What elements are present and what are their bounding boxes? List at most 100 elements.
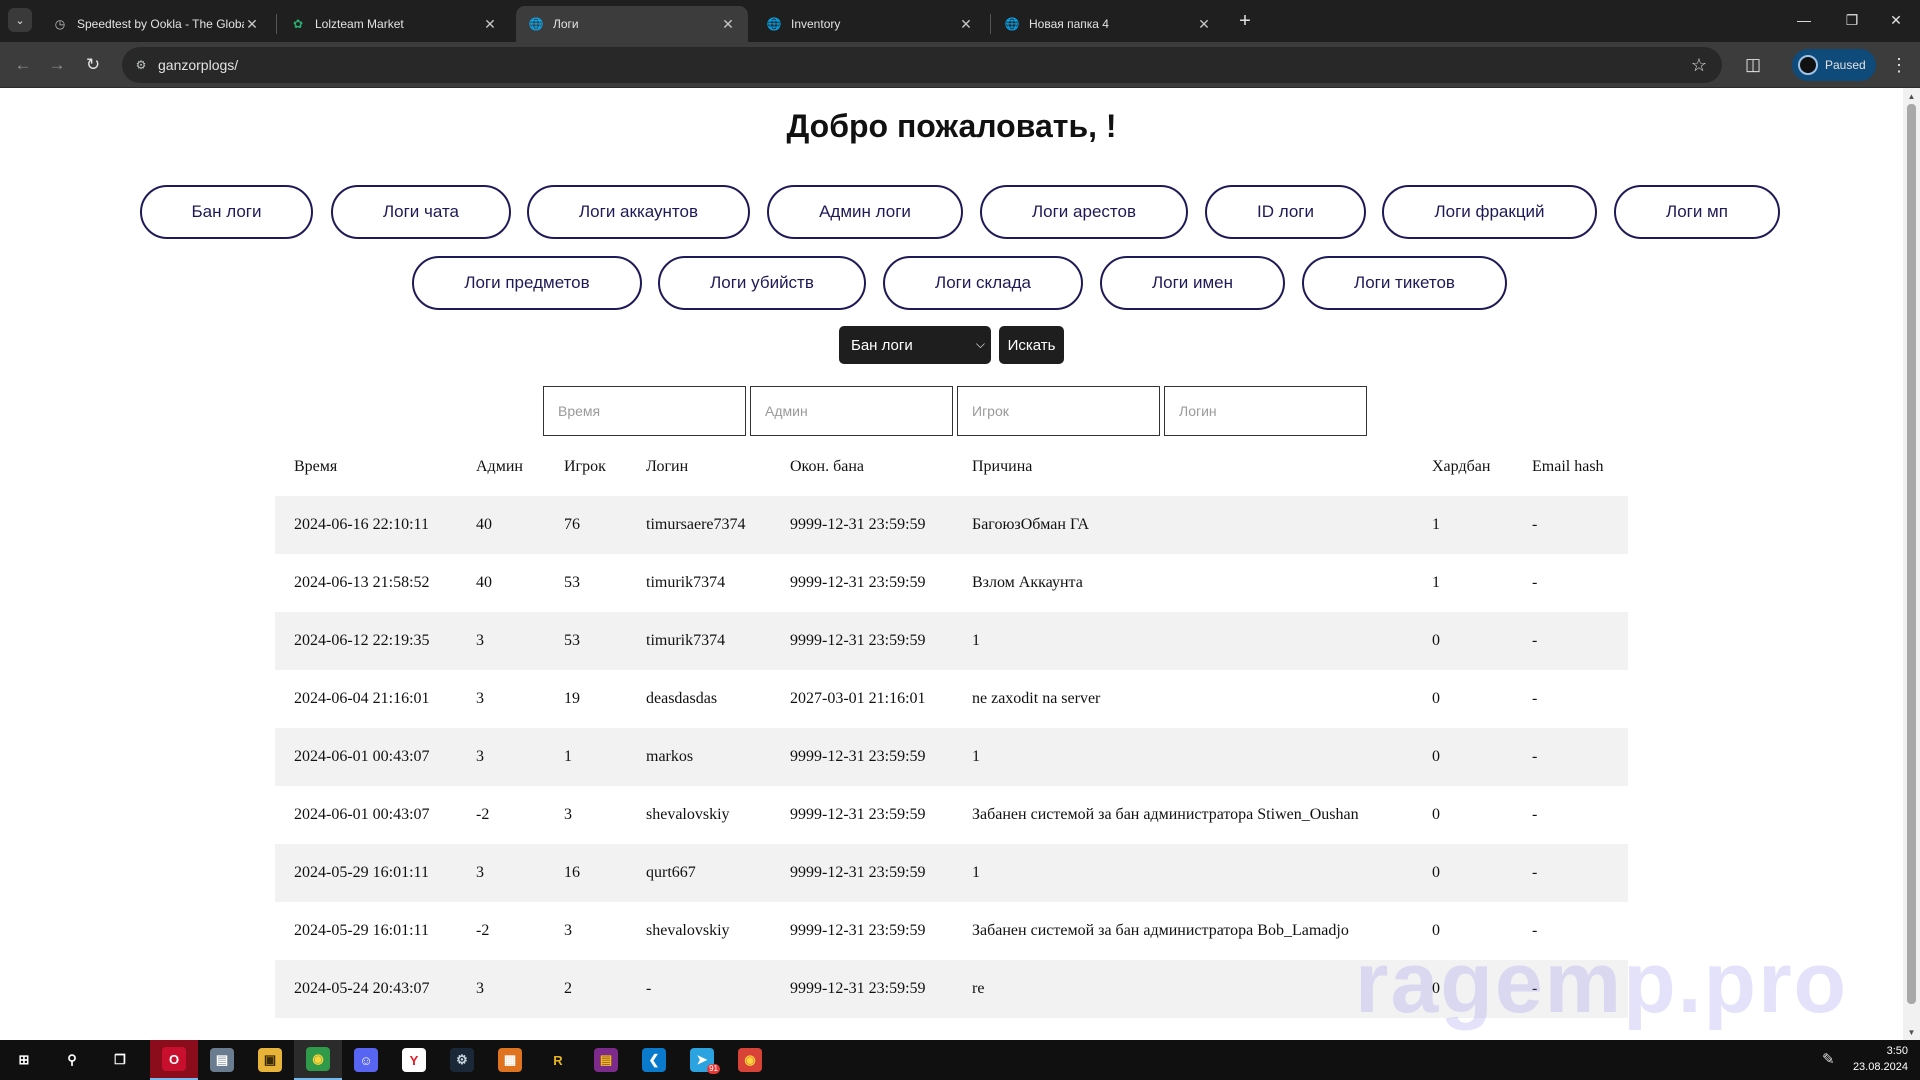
table-cell: 9999-12-31 23:59:59: [790, 748, 926, 765]
nav-button[interactable]: Логи тикетов: [1302, 256, 1507, 310]
close-icon[interactable]: ✕: [244, 16, 260, 32]
table-cell: Забанен системой за бан администратора B…: [972, 922, 1349, 939]
taskbar-app[interactable]: ◉: [726, 1040, 774, 1080]
nav-button[interactable]: Логи убийств: [658, 256, 866, 310]
profile-button[interactable]: Paused: [1792, 49, 1876, 81]
taskbar-app[interactable]: ⚙: [438, 1040, 486, 1080]
taskbar-app[interactable]: ▣: [246, 1040, 294, 1080]
taskbar-app[interactable]: ▤: [582, 1040, 630, 1080]
watermark: ragemp.pro: [1355, 935, 1849, 1031]
close-icon[interactable]: ✕: [958, 16, 974, 32]
nav-button[interactable]: Логи склада: [883, 256, 1083, 310]
close-icon[interactable]: ✕: [1196, 16, 1212, 32]
minimize-icon[interactable]: —: [1780, 0, 1828, 40]
nav-button[interactable]: Логи мп: [1614, 185, 1780, 239]
nav-button[interactable]: Логи имен: [1100, 256, 1285, 310]
nav-button[interactable]: Логи аккаунтов: [527, 185, 750, 239]
search-icon: ⚲: [60, 1048, 84, 1072]
table-row: 2024-06-16 22:10:11 40 76 timursaere7374 999…: [275, 496, 1628, 554]
table-cell: 2: [564, 980, 572, 997]
player-filter-input[interactable]: Игрок: [957, 386, 1160, 436]
taskbar-app[interactable]: ⊞: [0, 1040, 48, 1080]
pen-icon[interactable]: ✎: [1822, 1050, 1835, 1068]
taskbar-app[interactable]: ☺: [342, 1040, 390, 1080]
table-cell: 2024-06-01 00:43:07: [294, 748, 430, 765]
tab-search-icon[interactable]: ⌄: [8, 8, 32, 32]
close-icon[interactable]: ✕: [482, 16, 498, 32]
taskbar-app[interactable]: ❮: [630, 1040, 678, 1080]
tab-title: Inventory: [791, 17, 841, 31]
forward-icon[interactable]: →: [42, 50, 72, 80]
taskbar-app[interactable]: ◉: [294, 1040, 342, 1080]
tab-speedtest[interactable]: ◷ Speedtest by Ookla - The Global ✕: [40, 6, 272, 42]
page-title: Добро пожаловать, !: [786, 108, 1117, 144]
table-cell: -: [1532, 864, 1538, 881]
column-header: Админ: [476, 458, 523, 475]
taskbar-app[interactable]: ▦: [486, 1040, 534, 1080]
taskbar-app[interactable]: Y: [390, 1040, 438, 1080]
log-type-select[interactable]: Бан логи ⌵: [839, 326, 991, 364]
speedtest-icon: ◷: [54, 17, 66, 31]
globe-icon: 🌐: [1004, 17, 1020, 31]
table-cell: timurik7374: [646, 574, 726, 591]
tab-new-folder[interactable]: 🌐 Новая папка 4 ✕: [992, 6, 1224, 42]
avatar: [1798, 55, 1818, 75]
table-cell: 2024-06-16 22:10:11: [294, 516, 429, 533]
login-filter-input[interactable]: Логин: [1164, 386, 1367, 436]
tab-inventory[interactable]: 🌐 Inventory ✕: [754, 6, 986, 42]
table-cell: 1: [972, 864, 980, 881]
tab-logs[interactable]: 🌐 Логи ✕: [516, 6, 748, 42]
taskbar-app[interactable]: O: [150, 1040, 198, 1080]
tab-title: Lolzteam Market: [315, 17, 404, 31]
url-text[interactable]: ganzorplogs/: [158, 57, 1684, 73]
scroll-down-icon[interactable]: ▼: [1903, 1024, 1920, 1040]
rage-icon: R: [546, 1048, 570, 1072]
more-menu-icon[interactable]: ⋮: [1884, 50, 1914, 80]
nav-button[interactable]: Бан логи: [140, 185, 313, 239]
new-tab-button[interactable]: +: [1232, 8, 1258, 34]
system-clock[interactable]: 3:50 23.08.2024: [1848, 1043, 1908, 1075]
extensions-icon[interactable]: ◫: [1738, 50, 1768, 80]
taskbar-app[interactable]: ▤: [198, 1040, 246, 1080]
table-cell: re: [972, 980, 985, 997]
admin-filter-input[interactable]: Админ: [750, 386, 953, 436]
time-filter-input[interactable]: Время: [543, 386, 746, 436]
nav-button[interactable]: Логи предметов: [412, 256, 642, 310]
site-info-icon[interactable]: ⚙: [128, 52, 154, 78]
taskbar-app[interactable]: R: [534, 1040, 582, 1080]
table-cell: 2024-05-24 20:43:07: [294, 980, 430, 997]
table-row: 2024-06-12 22:19:35 3 53 timurik7374 9999-12…: [275, 612, 1628, 670]
table-cell: 0: [1432, 864, 1440, 881]
tab-lolzteam[interactable]: ✿ Lolzteam Market ✕: [278, 6, 510, 42]
table-cell: 2024-06-13 21:58:52: [294, 574, 430, 591]
table-cell: Взлом Аккаунта: [972, 574, 1083, 591]
table-cell: -: [1532, 516, 1538, 533]
column-header: Хардбан: [1432, 458, 1491, 475]
taskbar-app[interactable]: ➤ 91: [678, 1040, 726, 1080]
nav-button[interactable]: Админ логи: [767, 185, 963, 239]
windows-start-icon: ⊞: [12, 1048, 36, 1072]
restore-icon[interactable]: ❐: [1828, 0, 1876, 40]
page-scrollbar[interactable]: ▲ ▼: [1903, 88, 1920, 1040]
nav-button[interactable]: Логи арестов: [980, 185, 1188, 239]
taskbar-app[interactable]: ⚲: [48, 1040, 96, 1080]
scrollbar-thumb[interactable]: [1907, 104, 1916, 1004]
table-cell: 9999-12-31 23:59:59: [790, 806, 926, 823]
address-bar[interactable]: ⚙ ganzorplogs/ ☆: [122, 47, 1722, 83]
table-cell: 2024-06-12 22:19:35: [294, 632, 430, 649]
nav-button[interactable]: Логи чата: [331, 185, 511, 239]
table-cell: -: [1532, 574, 1538, 591]
close-icon[interactable]: ✕: [720, 16, 736, 32]
reload-icon[interactable]: ↻: [78, 50, 108, 80]
table-cell: 3: [476, 864, 484, 881]
nav-button[interactable]: ID логи: [1205, 185, 1366, 239]
taskbar-app[interactable]: ❐: [96, 1040, 144, 1080]
bookmark-star-icon[interactable]: ☆: [1684, 55, 1714, 76]
window-close-icon[interactable]: ✕: [1872, 0, 1920, 40]
back-icon[interactable]: ←: [8, 50, 38, 80]
search-button[interactable]: Искать: [999, 326, 1064, 364]
scroll-up-icon[interactable]: ▲: [1903, 88, 1920, 104]
table-cell: 0: [1432, 748, 1440, 765]
table-cell: 1: [972, 748, 980, 765]
nav-button[interactable]: Логи фракций: [1382, 185, 1597, 239]
